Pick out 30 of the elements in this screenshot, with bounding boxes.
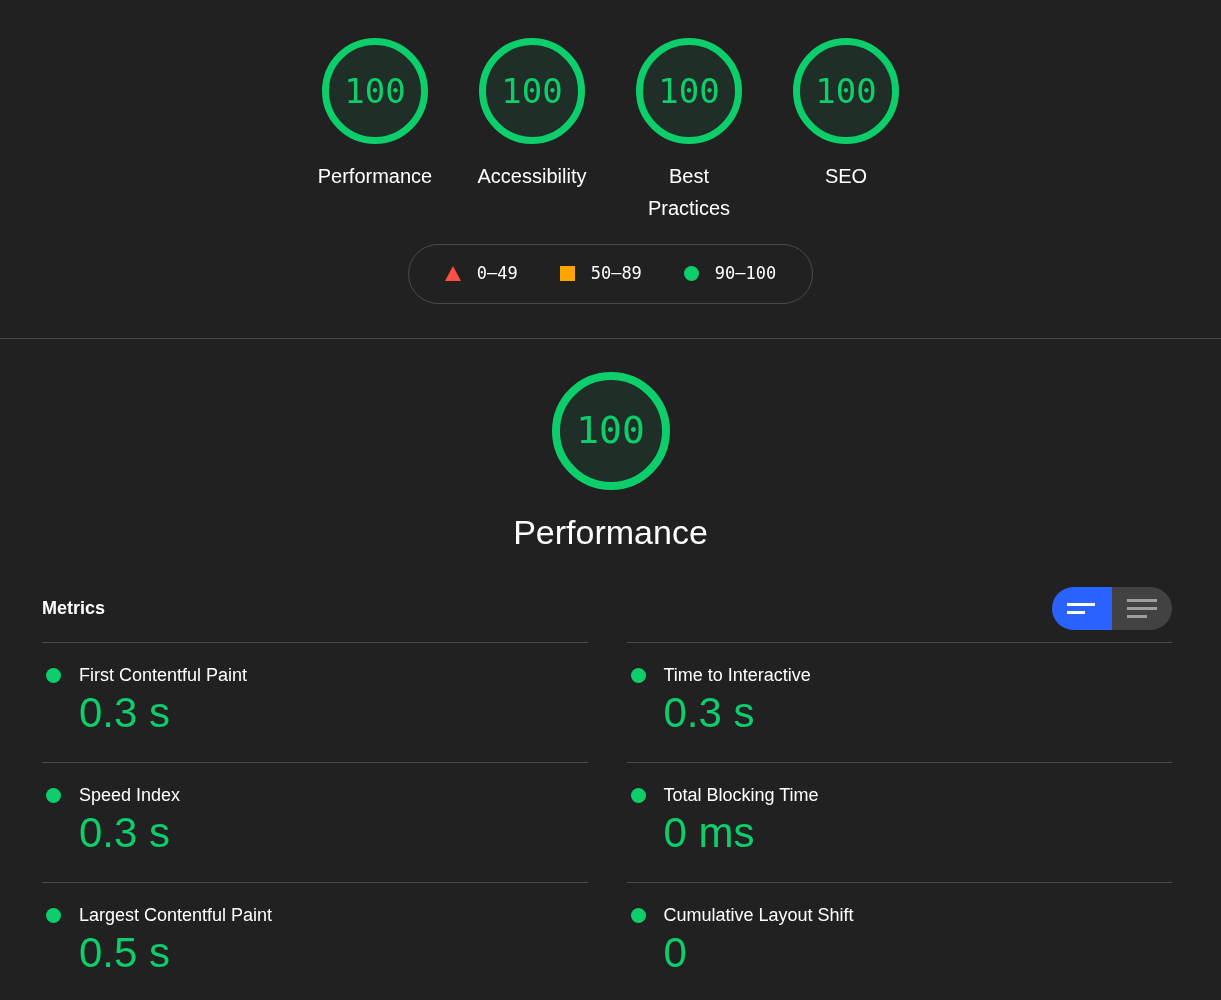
category-link[interactable]: SEO — [824, 160, 868, 192]
score-number: 100 — [576, 407, 645, 454]
category-link[interactable]: Best Practices — [628, 160, 750, 224]
metric-title: Cumulative Layout Shift — [663, 904, 854, 928]
score-number: 100 — [344, 69, 406, 113]
metric-value: 0.3 s — [79, 688, 172, 739]
list-view-toggle[interactable] — [1112, 586, 1172, 630]
score-number: 100 — [501, 69, 563, 113]
metric-title: Total Blocking Time — [663, 784, 819, 808]
category-link[interactable]: Performance — [317, 160, 433, 192]
list-lines-icon — [1127, 598, 1157, 618]
short-lines-icon — [1067, 602, 1097, 614]
metric-value: 0 ms — [663, 808, 756, 859]
category-link[interactable]: Accessibility — [477, 160, 587, 192]
metric-title: Speed Index — [79, 784, 181, 808]
legend-range: 90–100 — [714, 262, 777, 285]
metric-value: 0.5 s — [79, 928, 172, 979]
metric-title: First Contentful Paint — [79, 664, 248, 688]
section-title: Metrics — [42, 596, 106, 620]
score-number: 100 — [658, 69, 720, 113]
metric-title: Time to Interactive — [663, 664, 811, 688]
metric-value: 0 — [663, 928, 688, 979]
legend-range: 50–89 — [590, 262, 642, 285]
score-number: 100 — [815, 69, 877, 113]
metric-value: 0.3 s — [79, 808, 172, 859]
metric-value: 0.3 s — [663, 688, 756, 739]
legend-range: 0–49 — [476, 262, 518, 285]
summary-view-toggle[interactable] — [1052, 586, 1112, 630]
category-title: Performance — [513, 511, 708, 553]
metric-title: Largest Contentful Paint — [79, 904, 273, 928]
